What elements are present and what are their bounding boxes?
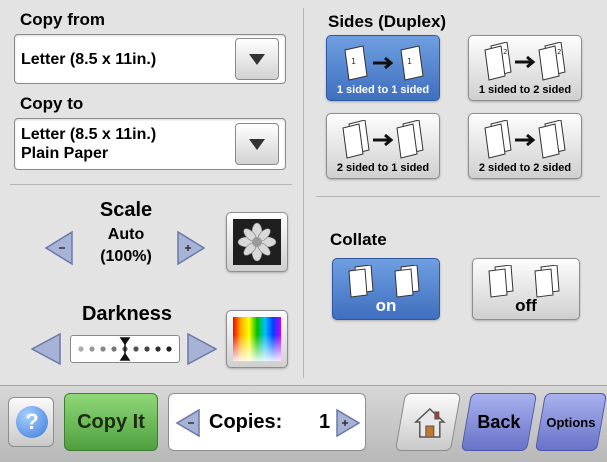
svg-text:1: 1 xyxy=(407,57,412,66)
darkness-marker xyxy=(119,337,131,361)
scale-decrease-button[interactable] xyxy=(44,230,74,266)
svg-text:2: 2 xyxy=(503,48,507,56)
flower-icon xyxy=(233,219,281,265)
sides-option-1to2[interactable]: 2 2 1 sided to 2 sided xyxy=(468,35,582,101)
copies-label: Copies: xyxy=(209,411,283,433)
collate-off-button[interactable]: off xyxy=(472,258,580,320)
copy-from-label: Copy from xyxy=(20,10,105,29)
copy-to-dropdown[interactable]: Letter (8.5 x 11in.) Plain Paper xyxy=(14,118,286,170)
darkness-title: Darkness xyxy=(81,303,173,325)
sides-title: Sides (Duplex) xyxy=(328,12,447,31)
copy-to-dropdown-button[interactable] xyxy=(235,123,279,165)
scale-title: Scale xyxy=(99,199,153,221)
darkness-preview-button[interactable] xyxy=(226,310,288,368)
darkness-decrease-button[interactable] xyxy=(30,332,62,366)
sides-option-label: 1 sided to 1 sided xyxy=(336,84,430,96)
copy-to-label: Copy to xyxy=(20,94,84,113)
page-icon xyxy=(348,265,420,298)
darkness-dot xyxy=(133,346,139,352)
darkness-dot xyxy=(100,346,106,352)
scale-preview-button[interactable] xyxy=(226,212,288,272)
svg-text:1: 1 xyxy=(351,57,356,66)
scale-increase-button[interactable] xyxy=(176,230,206,266)
chevron-down-icon xyxy=(249,53,265,65)
scale-mode: Auto xyxy=(107,226,145,243)
darkness-dot xyxy=(166,346,172,352)
svg-text:2: 2 xyxy=(557,48,561,56)
darkness-dot xyxy=(89,346,95,352)
page-icon xyxy=(484,120,566,159)
copies-increase-button[interactable] xyxy=(335,408,361,438)
darkness-dot xyxy=(144,346,150,352)
sides-option-label: 2 sided to 2 sided xyxy=(478,162,572,174)
help-button[interactable]: ? xyxy=(8,397,54,447)
right-divider xyxy=(316,196,600,197)
column-divider xyxy=(303,8,304,378)
sides-option-1to1[interactable]: 1 1 1 sided to 1 sided xyxy=(326,35,440,101)
chevron-down-icon xyxy=(249,138,265,150)
darkness-level-indicator xyxy=(70,335,180,363)
copies-value: 1 xyxy=(319,411,331,433)
left-divider xyxy=(10,184,292,185)
home-icon xyxy=(413,407,446,438)
help-icon: ? xyxy=(16,406,48,438)
options-button[interactable]: Options xyxy=(534,393,607,451)
copy-it-button[interactable]: Copy It xyxy=(64,393,158,451)
sides-option-2to1[interactable]: 2 sided to 1 sided xyxy=(326,113,440,179)
copies-stepper[interactable]: Copies: 1 xyxy=(168,393,366,451)
page-icon xyxy=(342,120,424,159)
copy-to-value-line1: Letter (8.5 x 11in.) xyxy=(21,126,157,143)
darkness-dot xyxy=(78,346,84,352)
copy-to-value-line2: Plain Paper xyxy=(21,145,109,162)
copies-decrease-button[interactable] xyxy=(175,408,201,438)
darkness-scale xyxy=(78,337,172,361)
copy-from-dropdown[interactable]: Letter (8.5 x 11in.) xyxy=(14,34,286,84)
sides-option-label: 2 sided to 1 sided xyxy=(336,162,430,174)
copy-from-value: Letter (8.5 x 11in.) xyxy=(21,51,157,68)
scale-value: (100%) xyxy=(100,248,152,265)
collate-on-button[interactable]: on xyxy=(332,258,440,320)
darkness-dot xyxy=(155,346,161,352)
back-label: Back xyxy=(477,412,521,432)
page-icon: 2 2 xyxy=(484,42,566,81)
collate-option-label: on xyxy=(375,296,397,315)
copy-it-label: Copy It xyxy=(77,411,145,433)
darkness-dot xyxy=(111,346,117,352)
collate-title: Collate xyxy=(330,230,387,249)
page-icon xyxy=(488,265,560,298)
home-button[interactable] xyxy=(394,393,462,451)
sides-option-label: 1 sided to 2 sided xyxy=(478,84,572,96)
page-icon: 1 1 xyxy=(344,45,424,81)
color-spectrum-icon xyxy=(233,317,281,361)
copy-from-dropdown-button[interactable] xyxy=(235,38,279,80)
darkness-increase-button[interactable] xyxy=(186,332,218,366)
collate-option-label: off xyxy=(515,296,537,315)
options-label: Options xyxy=(546,415,596,430)
back-button[interactable]: Back xyxy=(460,393,538,451)
sides-option-2to2[interactable]: 2 sided to 2 sided xyxy=(468,113,582,179)
